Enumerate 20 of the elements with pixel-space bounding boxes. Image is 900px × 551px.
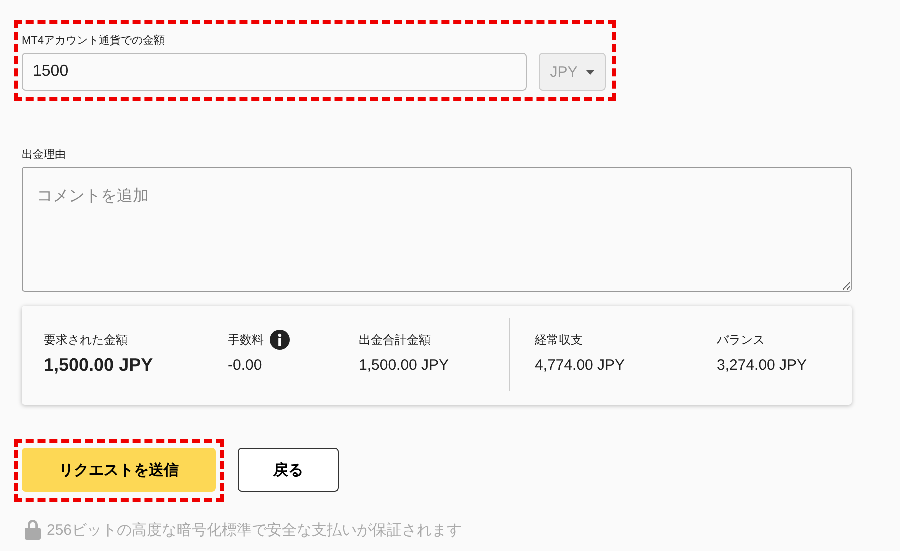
field-label: MT4アカウント通貨での金額 <box>22 34 165 48</box>
summary-value: 3,274.00 JPY <box>717 357 808 374</box>
summary-label: バランス <box>717 332 765 348</box>
amount-field[interactable]: 1500 <box>22 53 527 91</box>
lock-icon <box>25 520 41 540</box>
field-label: 出金理由 <box>22 148 66 162</box>
summary-value: 1,500.00 JPY <box>359 357 450 374</box>
summary-label: 要求された金額 <box>44 332 128 348</box>
summary-value: -0.00 <box>228 357 264 374</box>
info-icon[interactable] <box>270 330 290 350</box>
security-note: 256ビットの高度な暗号化標準で安全な支払いが保証されます <box>47 520 462 540</box>
caret-icon <box>586 70 595 74</box>
back-button[interactable]: 戻る <box>238 448 339 492</box>
submit-button[interactable]: リクエストを送信 <box>22 448 216 492</box>
comment-field[interactable]: コメントを追加 <box>22 167 852 292</box>
summary-value: 1,500.00 JPY <box>44 355 154 376</box>
summary-value: 4,774.00 JPY <box>535 357 626 374</box>
summary-label: 出金合計金額 <box>359 332 431 348</box>
summary-label: 経常収支 <box>535 332 583 348</box>
summary-label: 手数料 <box>228 332 264 348</box>
